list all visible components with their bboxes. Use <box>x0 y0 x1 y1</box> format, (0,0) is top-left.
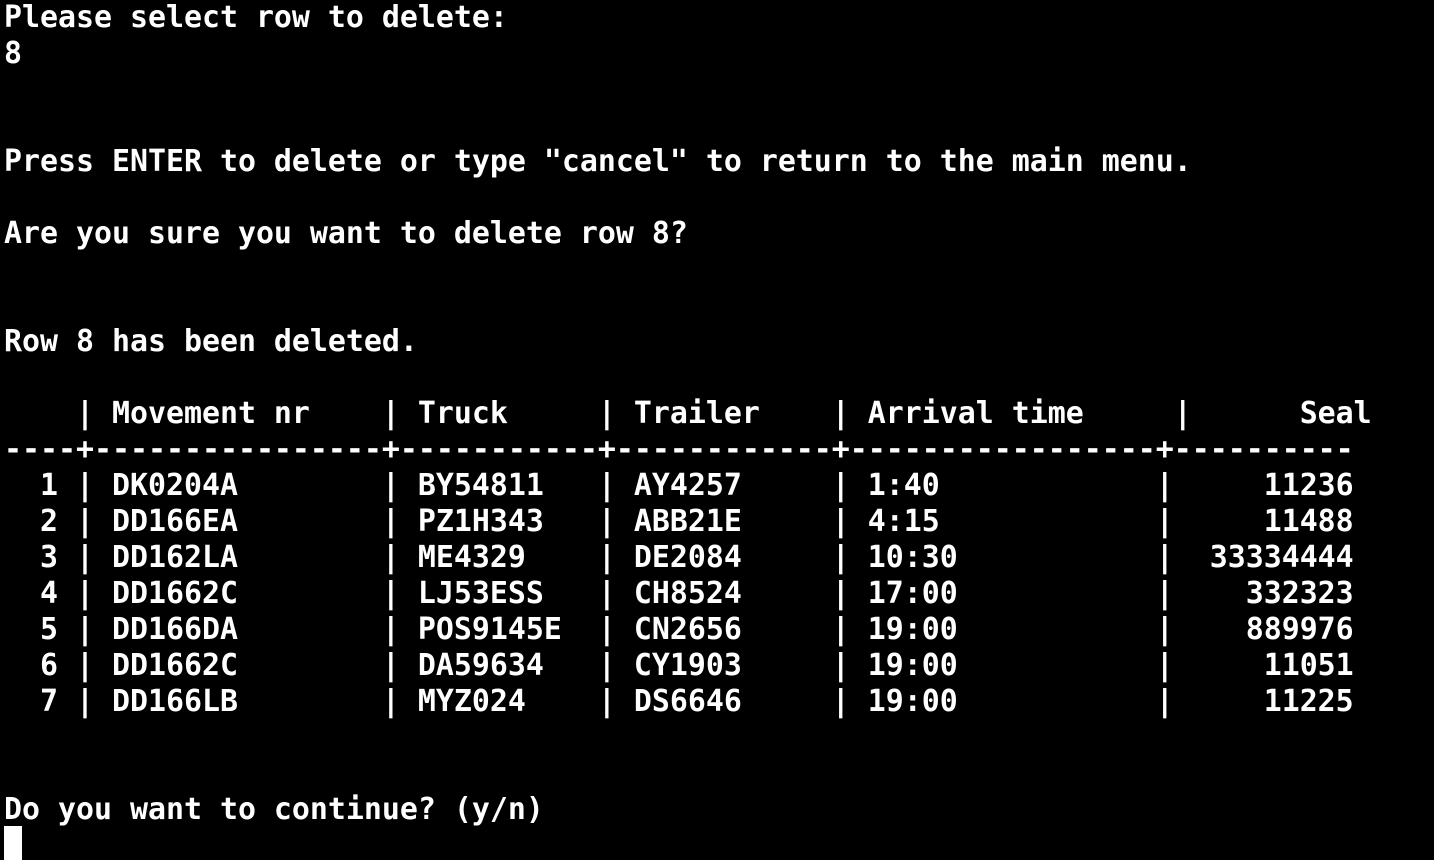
table-row: 4 | DD1662C | LJ53ESS | CH8524 | 17:00 |… <box>4 576 1354 611</box>
row-deleted-message: Row 8 has been deleted. <box>4 324 418 359</box>
press-enter-message: Press ENTER to delete or type "cancel" t… <box>4 144 1192 179</box>
continue-prompt: Do you want to continue? (y/n) <box>4 792 544 827</box>
table-separator: ----+----------------+-----------+------… <box>4 432 1354 467</box>
table-row: 1 | DK0204A | BY54811 | AY4257 | 1:40 | … <box>4 468 1354 503</box>
terminal-cursor[interactable] <box>4 826 22 860</box>
table-row: 3 | DD162LA | ME4329 | DE2084 | 10:30 | … <box>4 540 1354 575</box>
table-row: 7 | DD166LB | MYZ024 | DS6646 | 19:00 | … <box>4 684 1354 719</box>
table-header: | Movement nr | Truck | Trailer | Arriva… <box>4 396 1372 431</box>
table-row: 5 | DD166DA | POS9145E | CN2656 | 19:00 … <box>4 612 1354 647</box>
confirm-delete-message: Are you sure you want to delete row 8? <box>4 216 688 251</box>
row-input-value: 8 <box>4 36 22 71</box>
table-row: 2 | DD166EA | PZ1H343 | ABB21E | 4:15 | … <box>4 504 1354 539</box>
table-row: 6 | DD1662C | DA59634 | CY1903 | 19:00 |… <box>4 648 1354 683</box>
terminal-output: Please select row to delete: 8 Press ENT… <box>4 0 1434 860</box>
select-row-prompt: Please select row to delete: <box>4 0 508 35</box>
